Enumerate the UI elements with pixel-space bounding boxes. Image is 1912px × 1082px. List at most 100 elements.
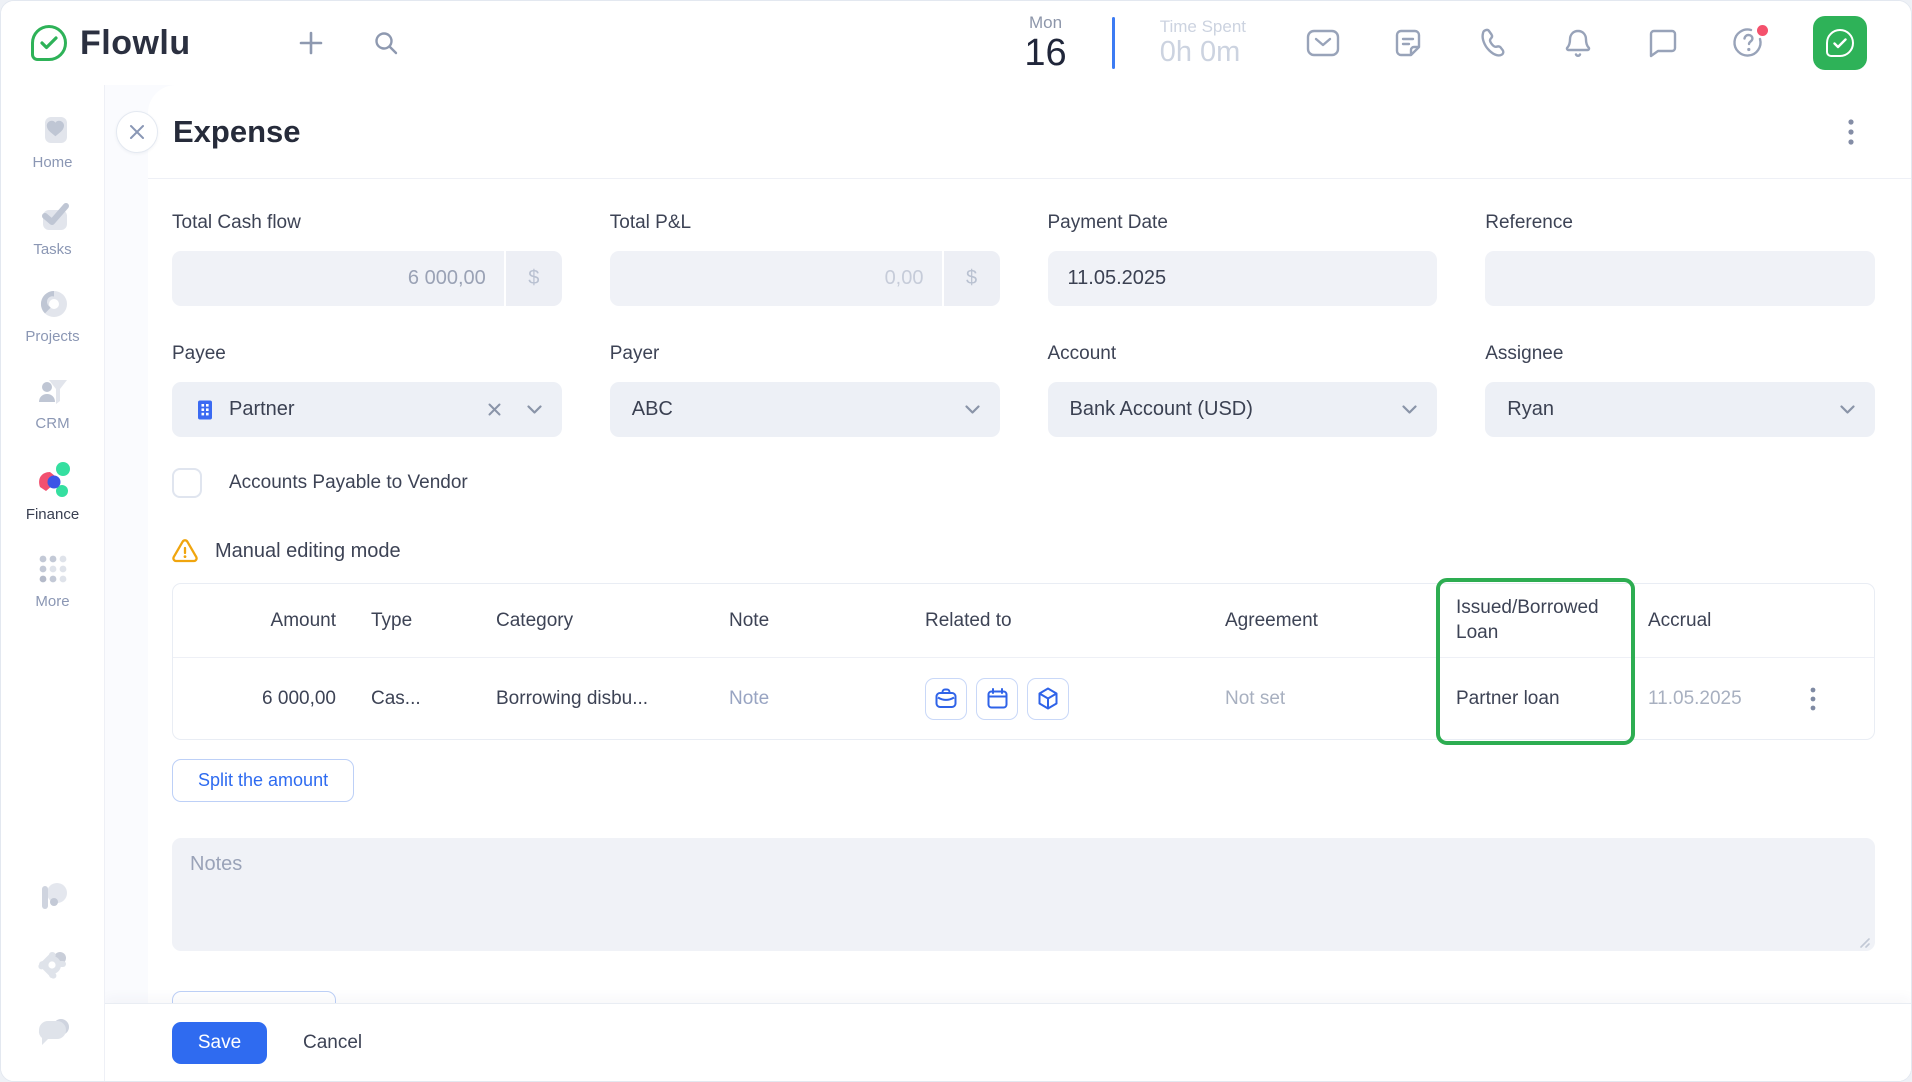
sidebar-item-label: Tasks	[33, 241, 71, 258]
field-payer: Payer ABC	[610, 343, 1000, 437]
row-menu-button[interactable]	[1798, 681, 1828, 717]
clear-icon[interactable]	[488, 403, 501, 416]
notifications-button[interactable]	[1558, 23, 1598, 63]
total-pl-input[interactable]: 0,00 $	[610, 251, 1000, 306]
brand[interactable]: Flowlu	[31, 24, 191, 63]
manual-editing-label: Manual editing mode	[215, 540, 401, 563]
topbar-divider	[1112, 17, 1115, 69]
form-footer: Save Cancel	[105, 1003, 1911, 1081]
total-cash-flow-input[interactable]: 6 000,00 $	[172, 251, 562, 306]
patreon-button[interactable]	[31, 875, 75, 919]
note-link[interactable]: Note	[729, 688, 769, 710]
relate-crm-button[interactable]	[925, 678, 967, 720]
gear-icon	[36, 948, 70, 982]
patreon-icon	[36, 880, 70, 914]
panel-header: Expense	[148, 85, 1911, 179]
field-label: Total P&L	[610, 212, 1000, 234]
field-payee: Payee Partner	[172, 343, 562, 437]
account-value: Bank Account (USD)	[1070, 398, 1253, 421]
col-category: Category	[473, 610, 703, 632]
briefcase-icon	[935, 688, 957, 709]
sidebar-item-more[interactable]: More	[1, 552, 104, 610]
cell-category[interactable]: Borrowing disbu...	[473, 688, 703, 710]
sidebar-bottom	[31, 875, 75, 1081]
field-total-cash-flow: Total Cash flow 6 000,00 $	[172, 212, 562, 306]
sidebar: Home Tasks Projects CRM Finance	[1, 85, 105, 1081]
relate-event-button[interactable]	[976, 678, 1018, 720]
flowlu-window: Flowlu Mon 16 Time Spent 0h 0m	[0, 0, 1912, 1082]
sidebar-item-crm[interactable]: CRM	[1, 374, 104, 432]
help-notification-dot	[1757, 25, 1768, 36]
col-accrual: Accrual	[1635, 610, 1874, 632]
cancel-button[interactable]: Cancel	[289, 1024, 376, 1062]
manual-editing-row: Manual editing mode	[172, 539, 1875, 563]
save-button[interactable]: Save	[172, 1022, 267, 1064]
currency-suffix: $	[944, 251, 1000, 306]
payer-value: ABC	[632, 398, 673, 421]
field-assignee: Assignee Ryan	[1485, 343, 1875, 437]
messenger-button[interactable]	[1643, 23, 1683, 63]
sidebar-item-home[interactable]: Home	[1, 113, 104, 171]
time-spent[interactable]: Time Spent 0h 0m	[1160, 17, 1246, 70]
calendar-date[interactable]: Mon 16	[1024, 14, 1066, 72]
cell-type[interactable]: Cas...	[348, 688, 473, 710]
chevron-down-icon	[1840, 405, 1855, 414]
table-row: 6 000,00 Cas... Borrowing disbu... Note	[173, 657, 1874, 739]
help-button[interactable]	[1728, 23, 1768, 63]
accounts-payable-label: Accounts Payable to Vendor	[229, 472, 468, 494]
cell-amount[interactable]: 6 000,00	[173, 688, 348, 710]
flowlu-app-tile[interactable]	[1813, 16, 1867, 70]
sidebar-item-projects[interactable]: Projects	[1, 287, 104, 345]
sidebar-item-label: Home	[32, 154, 72, 171]
shield-check-icon	[1826, 29, 1854, 57]
field-payment-date: Payment Date 11.05.2025	[1048, 212, 1438, 306]
sidebar-item-finance[interactable]: Finance	[1, 461, 104, 523]
assignee-select[interactable]: Ryan	[1485, 382, 1875, 437]
accrual-date[interactable]: 11.05.2025	[1648, 688, 1742, 710]
payee-select[interactable]: Partner	[172, 382, 562, 437]
chevron-down-icon	[527, 405, 542, 414]
notes-field	[172, 838, 1875, 956]
notes-textarea[interactable]	[172, 838, 1875, 951]
note-document-icon	[1392, 27, 1424, 59]
sidebar-item-tasks[interactable]: Tasks	[1, 200, 104, 258]
total-cash-flow-value[interactable]: 6 000,00	[172, 251, 504, 306]
account-select[interactable]: Bank Account (USD)	[1048, 382, 1438, 437]
search-button[interactable]	[366, 23, 406, 63]
col-amount: Amount	[173, 610, 348, 632]
payer-select[interactable]: ABC	[610, 382, 1000, 437]
total-pl-value[interactable]: 0,00	[610, 251, 942, 306]
feedback-button[interactable]	[31, 1011, 75, 1055]
accounts-payable-checkbox[interactable]	[172, 468, 202, 498]
cell-issued-borrowed-loan[interactable]: Partner loan	[1443, 688, 1635, 710]
cell-related-to	[893, 678, 1193, 720]
chevron-down-icon	[1402, 405, 1417, 414]
expense-panel: Expense Total Cash flow 6 000,00 $	[148, 85, 1911, 1081]
header-menu-button[interactable]	[1833, 114, 1869, 150]
day-number: 16	[1024, 34, 1066, 72]
col-agreement: Agreement	[1193, 610, 1443, 632]
search-icon	[373, 30, 399, 56]
split-amount-button[interactable]: Split the amount	[172, 759, 354, 802]
field-total-pl: Total P&L 0,00 $	[610, 212, 1000, 306]
settings-button[interactable]	[31, 943, 75, 987]
flowlu-logo-icon	[31, 25, 67, 61]
field-reference: Reference	[1485, 212, 1875, 306]
payment-date-input[interactable]: 11.05.2025	[1048, 251, 1438, 306]
phone-button[interactable]	[1473, 23, 1513, 63]
calendar-icon	[987, 688, 1008, 709]
reference-input[interactable]	[1485, 251, 1875, 306]
assignee-value: Ryan	[1507, 398, 1554, 421]
mail-button[interactable]	[1303, 23, 1343, 63]
phone-icon	[1477, 27, 1509, 59]
brand-name: Flowlu	[80, 24, 191, 63]
create-button[interactable]	[291, 23, 331, 63]
cell-accrual: 11.05.2025	[1635, 681, 1874, 717]
relate-object-button[interactable]	[1027, 678, 1069, 720]
currency-suffix: $	[506, 251, 562, 306]
close-button[interactable]	[116, 111, 158, 153]
notes-button[interactable]	[1388, 23, 1428, 63]
main-area: Expense Total Cash flow 6 000,00 $	[105, 85, 1911, 1081]
cell-agreement[interactable]: Not set	[1193, 688, 1443, 710]
field-label: Reference	[1485, 212, 1875, 234]
